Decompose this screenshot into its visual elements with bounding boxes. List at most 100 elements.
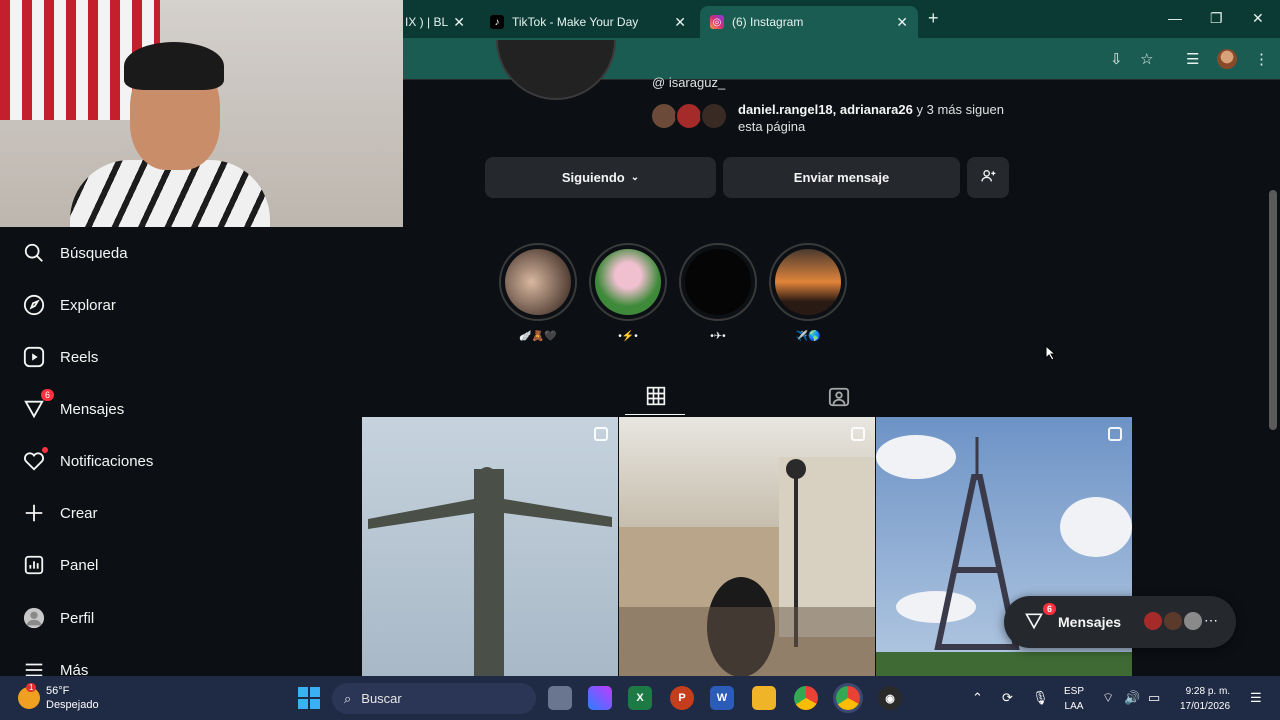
wifi-icon[interactable]: ⌔ [1102,690,1114,706]
weather-desc: Despejado [46,699,99,711]
restore-button[interactable]: ❐ [1210,10,1223,27]
follower-avatar[interactable] [675,102,703,130]
copilot-icon[interactable] [588,686,612,710]
notification-badge: 6 [40,389,54,401]
sidebar-item-panel[interactable]: Panel [22,550,98,580]
powerpoint-icon[interactable]: P [670,686,694,710]
posts-grid-tab[interactable] [646,386,666,406]
grid-icon [646,386,666,406]
profile-icon [22,606,46,630]
add-user-icon [980,168,996,187]
sidebar-item-busqueda[interactable]: Búsqueda [22,238,128,268]
close-icon[interactable]: ✕ [896,14,908,31]
highlight-label: •⚡• [618,331,638,342]
heart-icon [22,447,48,473]
messenger-icon: 6 [1024,602,1056,634]
reels-icon [22,345,46,369]
follower-avatar[interactable] [650,102,678,130]
bookmark-star-icon[interactable]: ☆ [1140,50,1153,68]
notification-center-icon[interactable]: ☰ [1250,690,1262,706]
tab-instagram[interactable]: ◎ (6) Instagram ✕ [700,6,918,38]
chrome-active-icon[interactable] [836,686,860,710]
chevron-down-icon: ⌄ [630,172,640,183]
messenger-icon: 6 [22,389,54,421]
weather-widget[interactable]: 1 56°F Despejado [18,683,99,712]
post-christ-redeemer[interactable] [362,417,618,677]
threads-icon: @ [652,75,669,90]
post-image [619,457,875,677]
more-icon[interactable]: ⋯ [1204,612,1218,629]
highlight-1[interactable] [499,243,577,321]
minimize-button[interactable]: — [1168,10,1182,26]
sidebar-item-label: Explorar [60,296,116,314]
taskbar-search[interactable]: ⌕ Buscar [332,683,536,714]
chat-avatar [1182,610,1204,632]
sidebar-item-label: Perfil [60,609,95,627]
sidebar-item-label: Notificaciones [60,452,154,470]
sidebar-item-reels[interactable]: Reels [22,342,98,372]
weather-temp: 56°F [46,685,70,697]
tab-music[interactable]: IX ) | BL ✕ [395,6,475,38]
sidebar-item-mensajes[interactable]: 6 Mensajes [22,389,125,424]
sidebar-item-label: Panel [60,556,99,574]
highlight-4[interactable] [769,243,847,321]
start-button[interactable] [297,686,321,710]
battery-icon[interactable]: ▭ [1148,690,1160,706]
sidebar-item-label: Crear [60,504,98,522]
chrome-icon[interactable] [794,686,818,710]
media-control-icon[interactable]: ☰ [1186,50,1199,68]
word-icon[interactable]: W [710,686,734,710]
sidebar-item-notificaciones[interactable]: Notificaciones [22,446,153,476]
close-icon[interactable]: ✕ [453,14,465,31]
file-explorer-icon[interactable] [752,686,776,710]
profile-avatar[interactable] [496,40,616,100]
followed-by-text[interactable]: daniel.rangel18, adrianara26 y 3 más sig… [738,101,1008,135]
search-icon: ⌕ [344,690,352,706]
browser-menu-icon[interactable]: ⋮ [1254,50,1269,68]
obs-icon[interactable]: ◉ [878,686,902,710]
person-hair [124,42,224,90]
instagram-icon: ◎ [710,15,724,29]
browser-profile-avatar[interactable] [1217,49,1237,69]
window-close-button[interactable]: ✕ [1252,10,1264,27]
highlight-label: ✈️🌎 [795,331,821,342]
new-tab-button[interactable]: + [928,8,939,29]
install-app-icon[interactable]: ⇩ [1110,50,1123,68]
chat-avatar [1142,610,1164,632]
tagged-tab[interactable] [828,386,850,413]
following-button[interactable]: Siguiendo ⌄ [485,157,716,198]
highlight-label: •✈• [710,331,726,342]
notification-dot [42,447,48,453]
language-indicator[interactable]: ESP LAA [1064,684,1084,714]
profile-username[interactable]: @ isaraguz_ [652,75,725,90]
sidebar-item-crear[interactable]: Crear [22,498,98,528]
microphone-icon[interactable]: 🎙 [1032,690,1049,706]
tab-tiktok[interactable]: ♪ TikTok - Make Your Day ✕ [480,6,696,38]
post-trevi-fountain[interactable] [619,417,875,677]
sidebar-item-explorar[interactable]: Explorar [22,290,116,320]
send-message-button[interactable]: Enviar mensaje [723,157,960,198]
compass-icon [22,293,46,317]
tab-title: (6) Instagram [732,15,804,29]
chevron-up-icon[interactable]: ⌃ [972,690,983,706]
sync-icon[interactable]: ⟳ [1002,690,1013,706]
task-view-icon[interactable] [548,686,572,710]
suggest-users-button[interactable] [967,157,1009,198]
highlight-3[interactable] [679,243,757,321]
notification-badge: 6 [1042,602,1056,615]
active-tab-indicator [625,414,685,415]
highlight-2[interactable] [589,243,667,321]
system-clock[interactable]: 9:28 p. m. 17/01/2026 [1180,684,1230,714]
excel-icon[interactable]: X [628,686,652,710]
carousel-icon [1108,427,1122,441]
scrollbar-thumb[interactable] [1269,190,1277,430]
sidebar-item-perfil[interactable]: Perfil [22,603,94,633]
volume-icon[interactable]: 🔊 [1124,690,1140,706]
follower-avatar[interactable] [700,102,728,130]
close-icon[interactable]: ✕ [674,14,686,31]
tab-title: TikTok - Make Your Day [512,15,639,29]
highlight-label: 🪽🧸🖤 [519,331,557,342]
webcam-overlay [0,0,403,227]
sidebar-item-label: Mensajes [60,400,125,418]
mouse-cursor [1045,345,1057,361]
